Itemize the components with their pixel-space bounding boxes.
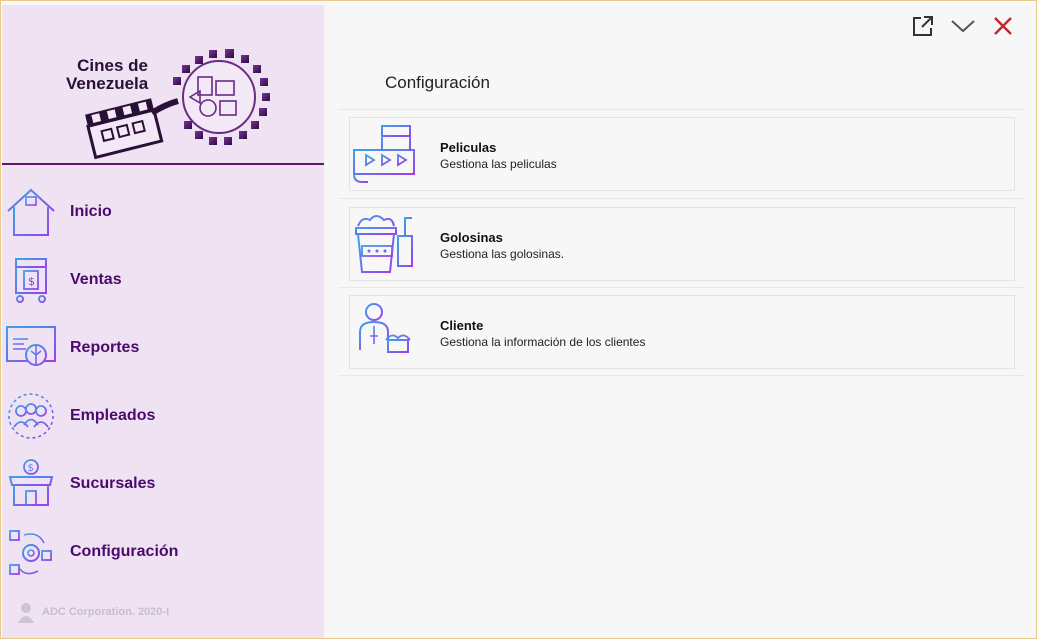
card-description: Gestiona las peliculas bbox=[440, 157, 557, 171]
sidebar-item-label: Reportes bbox=[70, 339, 140, 356]
card-title: Cliente bbox=[440, 318, 484, 333]
cart-icon: $ bbox=[8, 258, 47, 303]
svg-text:$: $ bbox=[28, 463, 34, 474]
user-icon bbox=[18, 603, 34, 623]
sidebar-item-label: Inicio bbox=[70, 203, 112, 220]
footer: ADC Corporation. 2020-I bbox=[16, 601, 169, 623]
store-icon: $ bbox=[8, 459, 54, 506]
film-icon bbox=[353, 125, 415, 183]
page-title: Configuración bbox=[385, 73, 490, 92]
sidebar-item-label: Configuración bbox=[70, 543, 179, 560]
logo-graphic bbox=[85, 49, 270, 160]
snacks-icon bbox=[355, 215, 413, 273]
card-title: Peliculas bbox=[440, 140, 497, 155]
settings-icon bbox=[9, 530, 52, 575]
svg-text:$: $ bbox=[28, 275, 35, 288]
app-window: Cines de Venezuela Inicio $ Ventas Repor… bbox=[0, 0, 1037, 639]
sidebar-item-empleados[interactable]: Empleados bbox=[2, 388, 324, 444]
minimize-button[interactable] bbox=[950, 13, 976, 39]
sidebar-divider bbox=[2, 163, 324, 165]
sidebar: Cines de Venezuela Inicio $ Ventas Repor… bbox=[2, 5, 324, 638]
close-button[interactable] bbox=[990, 13, 1016, 39]
app-logo: Cines de Venezuela bbox=[2, 5, 324, 163]
title-divider bbox=[338, 109, 1024, 110]
popout-button[interactable] bbox=[910, 13, 936, 39]
sidebar-item-sucursales[interactable]: $ Sucursales bbox=[2, 456, 324, 512]
card-separator bbox=[338, 198, 1024, 199]
card-golosinas[interactable]: Golosinas Gestiona las golosinas. bbox=[349, 207, 1015, 281]
close-icon bbox=[994, 17, 1012, 35]
card-separator bbox=[338, 375, 1024, 376]
home-icon bbox=[7, 188, 55, 236]
card-separator bbox=[338, 287, 1024, 288]
report-icon bbox=[6, 326, 56, 366]
sidebar-item-ventas[interactable]: $ Ventas bbox=[2, 252, 324, 308]
external-link-icon bbox=[913, 16, 933, 36]
sidebar-item-configuracion[interactable]: Configuración bbox=[2, 524, 324, 580]
logo-title: Cines de Venezuela bbox=[66, 57, 148, 93]
footer-text: ADC Corporation. 2020-I bbox=[42, 606, 170, 618]
card-peliculas[interactable]: Peliculas Gestiona las peliculas bbox=[349, 117, 1015, 191]
sidebar-item-label: Sucursales bbox=[70, 475, 156, 492]
chevron-down-icon bbox=[951, 20, 975, 33]
card-title: Golosinas bbox=[440, 230, 503, 245]
logo-line-2: Venezuela bbox=[66, 74, 149, 93]
sidebar-item-reportes[interactable]: Reportes bbox=[2, 320, 324, 376]
sidebar-item-label: Empleados bbox=[70, 407, 156, 424]
logo-line-1: Cines de bbox=[77, 56, 148, 75]
sidebar-item-inicio[interactable]: Inicio bbox=[2, 184, 324, 240]
employees-icon bbox=[8, 393, 54, 439]
window-controls bbox=[910, 13, 1016, 39]
main-panel: Configuración Peliculas Gestiona las pel… bbox=[324, 5, 1036, 638]
sidebar-item-label: Ventas bbox=[70, 271, 122, 288]
card-cliente[interactable]: Cliente Gestiona la información de los c… bbox=[349, 295, 1015, 369]
client-icon bbox=[354, 303, 414, 361]
card-description: Gestiona las golosinas. bbox=[440, 247, 565, 261]
card-description: Gestiona la información de los clientes bbox=[440, 335, 646, 349]
